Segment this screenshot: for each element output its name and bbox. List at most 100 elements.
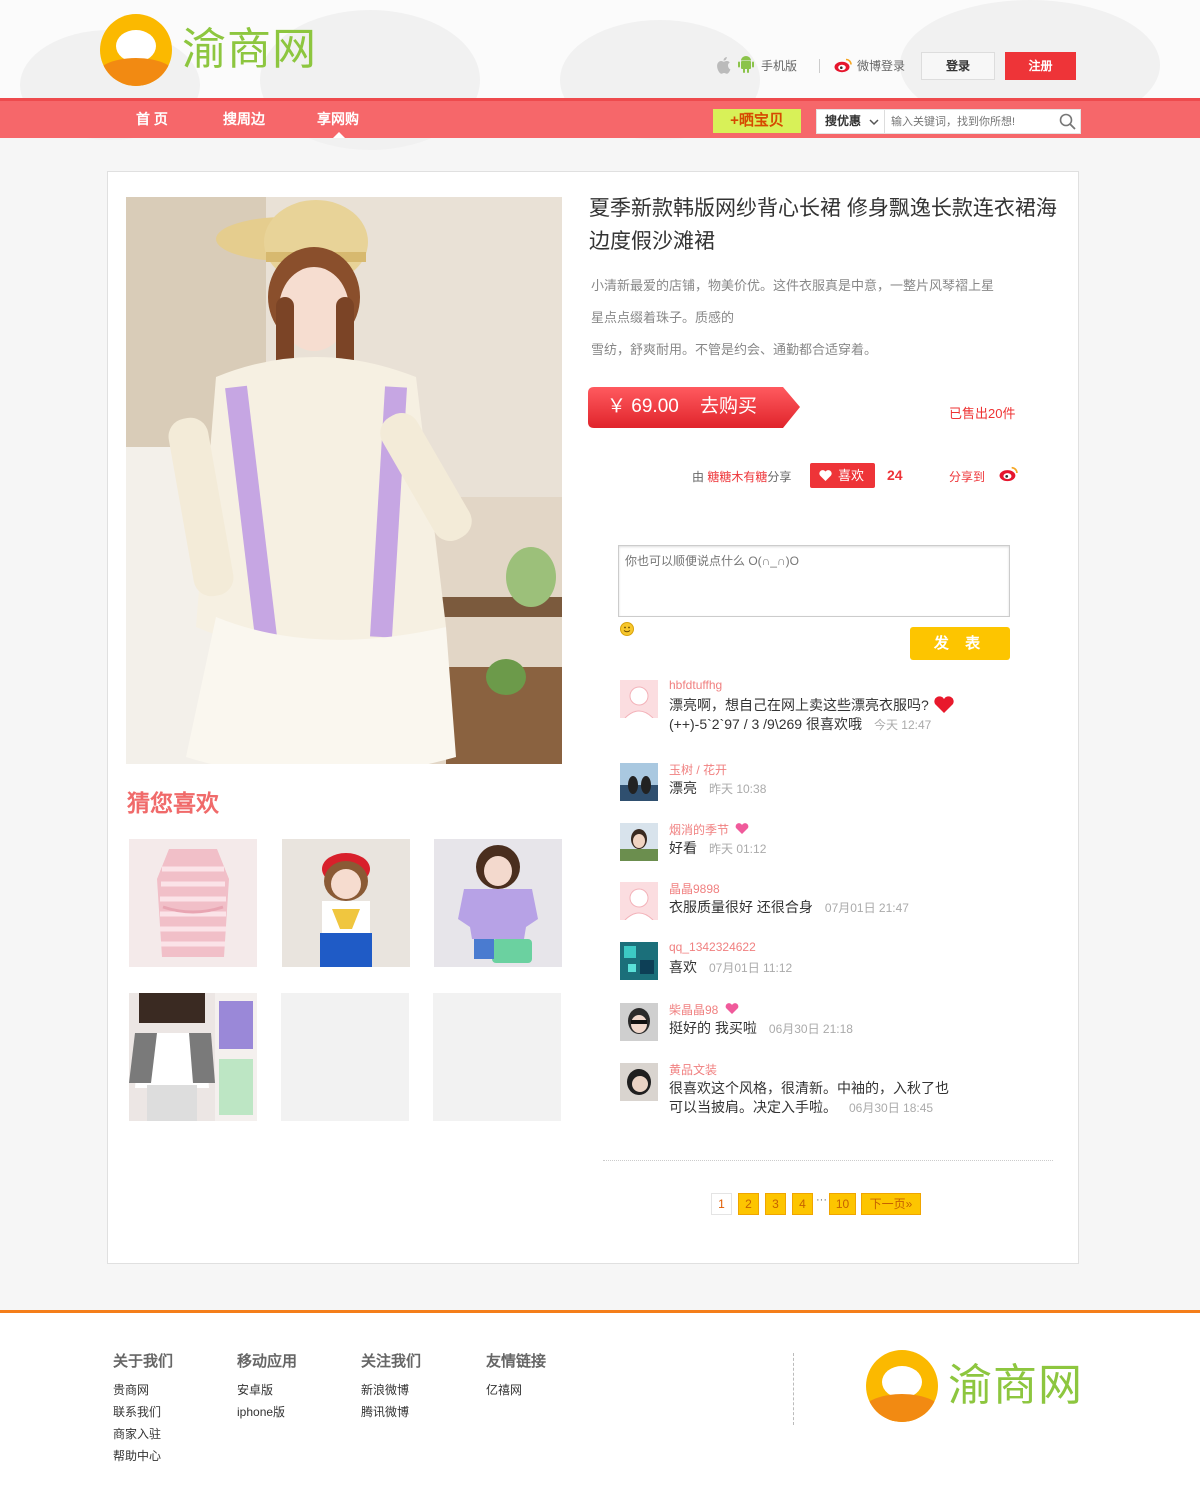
submit-comment-button[interactable]: 发 表 <box>910 627 1010 660</box>
comment-text-line: 可以当披肩。决定入手啦。 <box>669 1099 837 1115</box>
footer-column-mobile: 移动应用 安卓版 iphone版 <box>237 1350 297 1423</box>
footer-column-title: 关于我们 <box>113 1353 174 1370</box>
page-2-button[interactable]: 2 <box>738 1193 759 1215</box>
weibo-icon[interactable] <box>834 57 852 73</box>
comment-author-name[interactable]: 柴晶晶98 <box>669 1003 718 1017</box>
share-to-label: 分享到 <box>949 470 986 484</box>
login-button[interactable]: 登录 <box>921 52 995 80</box>
footer-link[interactable]: 帮助中心 <box>113 1445 173 1467</box>
comment-input[interactable] <box>618 545 1010 617</box>
comment-text: 好看 昨天 01:12 <box>669 839 766 859</box>
chevron-down-icon <box>869 119 879 126</box>
product-title: 夏季新款韩版网纱背心长裙 修身飘逸长款连衣裙海边度假沙滩裙 <box>589 197 1057 253</box>
comment-text: 漂亮啊，想自己在网上卖这些漂亮衣服吗? (++)-5`2`97 / 3 /9\2… <box>669 696 955 735</box>
comment-author: 柴晶晶98 <box>669 1001 739 1018</box>
comment-time: 昨天 10:38 <box>709 782 767 796</box>
emoji-icon[interactable] <box>620 622 634 636</box>
nav-item-home[interactable]: 首 页 <box>136 101 168 138</box>
shared-by-prefix: 由 <box>692 470 705 484</box>
avatar[interactable] <box>620 1063 658 1101</box>
comment-text-line: 很喜欢这个风格，很清新。中袖的，入秋了也 <box>669 1080 949 1096</box>
footer-link[interactable]: iphone版 <box>237 1401 297 1423</box>
product-photo[interactable] <box>126 197 562 764</box>
footer-link[interactable]: 新浪微博 <box>361 1379 421 1401</box>
avatar[interactable] <box>620 1003 658 1041</box>
avatar[interactable] <box>620 942 658 980</box>
footer-link[interactable]: 亿禧网 <box>486 1379 546 1401</box>
share-item-button[interactable]: +晒宝贝 <box>713 109 801 133</box>
comments-divider <box>603 1160 1053 1161</box>
comment-text: 挺好的 我买啦 06月30日 21:18 <box>669 1019 853 1039</box>
recommended-item-placeholder[interactable] <box>433 993 561 1121</box>
sold-count: 已售出20件 <box>949 406 1016 421</box>
footer-logo[interactable]: 渝商网 <box>866 1350 1096 1422</box>
mobile-version-link[interactable]: 手机版 <box>761 59 797 73</box>
footer-column-links: 友情链接 亿禧网 <box>486 1350 546 1401</box>
search-category-label: 搜优惠 <box>825 114 862 128</box>
page-1-button[interactable]: 1 <box>711 1193 732 1215</box>
page-10-button[interactable]: 10 <box>829 1193 856 1215</box>
footer-column-title: 移动应用 <box>237 1353 298 1370</box>
shared-by-user-link[interactable]: 糖糖木有糖 <box>707 470 767 484</box>
android-icon[interactable] <box>738 55 754 74</box>
avatar[interactable] <box>620 823 658 861</box>
comment-author[interactable]: 玉树 / 花开 <box>669 761 727 778</box>
comment-text-line: 漂亮啊，想自己在网上卖这些漂亮衣服吗? <box>669 697 929 713</box>
recommended-item-placeholder[interactable] <box>281 993 409 1121</box>
apple-icon[interactable] <box>717 56 733 74</box>
search-icon[interactable] <box>1059 113 1076 130</box>
comment-author[interactable]: 黄品文装 <box>669 1061 717 1078</box>
search-category-select[interactable]: 搜优惠 <box>817 110 885 133</box>
recommended-item-thumb[interactable] <box>129 839 257 967</box>
next-page-button[interactable]: 下一页» <box>861 1193 921 1215</box>
page-3-button[interactable]: 3 <box>765 1193 786 1215</box>
register-button[interactable]: 注册 <box>1005 52 1076 80</box>
comment-text-line: 漂亮 <box>669 780 697 796</box>
comment-time: 07月01日 11:12 <box>709 961 793 975</box>
buy-label: 去购买 <box>700 396 758 417</box>
shared-by: 由 糖糖木有糖分享 <box>692 468 791 485</box>
product-description: 小清新最爱的店铺，物美价优。这件衣服真是中意，一整片风琴褶上星 星点点缀着珠子。… <box>591 270 1041 366</box>
page-4-button[interactable]: 4 <box>792 1193 813 1215</box>
logo-text: 渝商网 <box>948 1360 1083 1411</box>
footer-link[interactable]: 腾讯微博 <box>361 1401 421 1423</box>
description-line: 星点点缀着珠子。质感的 <box>591 310 735 325</box>
avatar[interactable] <box>620 680 658 718</box>
buy-button[interactable]: ￥ 69.00 去购买 <box>588 387 800 428</box>
comment-author[interactable]: qq_1342324622 <box>669 940 756 954</box>
comment-text-line: 衣服质量很好 还很合身 <box>669 899 813 915</box>
avatar[interactable] <box>620 882 658 920</box>
recommended-item-thumb[interactable] <box>434 839 562 967</box>
nav-item-nearby[interactable]: 搜周边 <box>223 101 265 138</box>
comment-author[interactable]: 晶晶9898 <box>669 880 720 897</box>
avatar[interactable] <box>620 763 658 801</box>
comment-text-line: 好看 <box>669 840 697 856</box>
comment-time: 昨天 01:12 <box>709 842 767 856</box>
weibo-share-icon[interactable] <box>999 465 1018 482</box>
footer-link[interactable]: 安卓版 <box>237 1379 297 1401</box>
footer-link[interactable]: 联系我们 <box>113 1401 173 1423</box>
main-nav: 首 页 搜周边 享网购 +晒宝贝 搜优惠 <box>0 98 1200 138</box>
price: ￥ 69.00 <box>607 396 679 417</box>
footer-column-follow: 关注我们 新浪微博 腾讯微博 <box>361 1350 421 1423</box>
description-line: 小清新最爱的店铺，物美价优。这件衣服真是中意，一整片风琴褶上星 <box>591 278 995 293</box>
site-logo[interactable]: 渝商网 <box>100 14 330 86</box>
like-button[interactable]: 喜欢 <box>810 463 875 488</box>
recommended-item-thumb[interactable] <box>129 993 257 1121</box>
guess-you-like-title: 猜您喜欢 <box>127 790 219 816</box>
comment-text: 漂亮 昨天 10:38 <box>669 779 766 799</box>
like-label: 喜欢 <box>838 468 865 483</box>
heart-icon <box>725 1003 739 1014</box>
search-input[interactable] <box>887 111 1053 132</box>
footer-link[interactable]: 商家入驻 <box>113 1423 173 1445</box>
comment-author-name[interactable]: 烟消的季节 <box>669 823 729 837</box>
weibo-login-link[interactable]: 微博登录 <box>857 59 905 73</box>
shared-by-suffix: 分享 <box>767 470 792 484</box>
comment-time: 今天 12:47 <box>873 718 932 732</box>
footer-link[interactable]: 贵商网 <box>113 1379 173 1401</box>
logo-mark-icon <box>100 14 172 86</box>
comment-author[interactable]: hbfdtuffhg <box>669 678 722 692</box>
comment-time: 07月01日 21:47 <box>824 901 909 915</box>
recommended-item-thumb[interactable] <box>282 839 410 967</box>
comment-text: 衣服质量很好 还很合身 07月01日 21:47 <box>669 898 909 918</box>
